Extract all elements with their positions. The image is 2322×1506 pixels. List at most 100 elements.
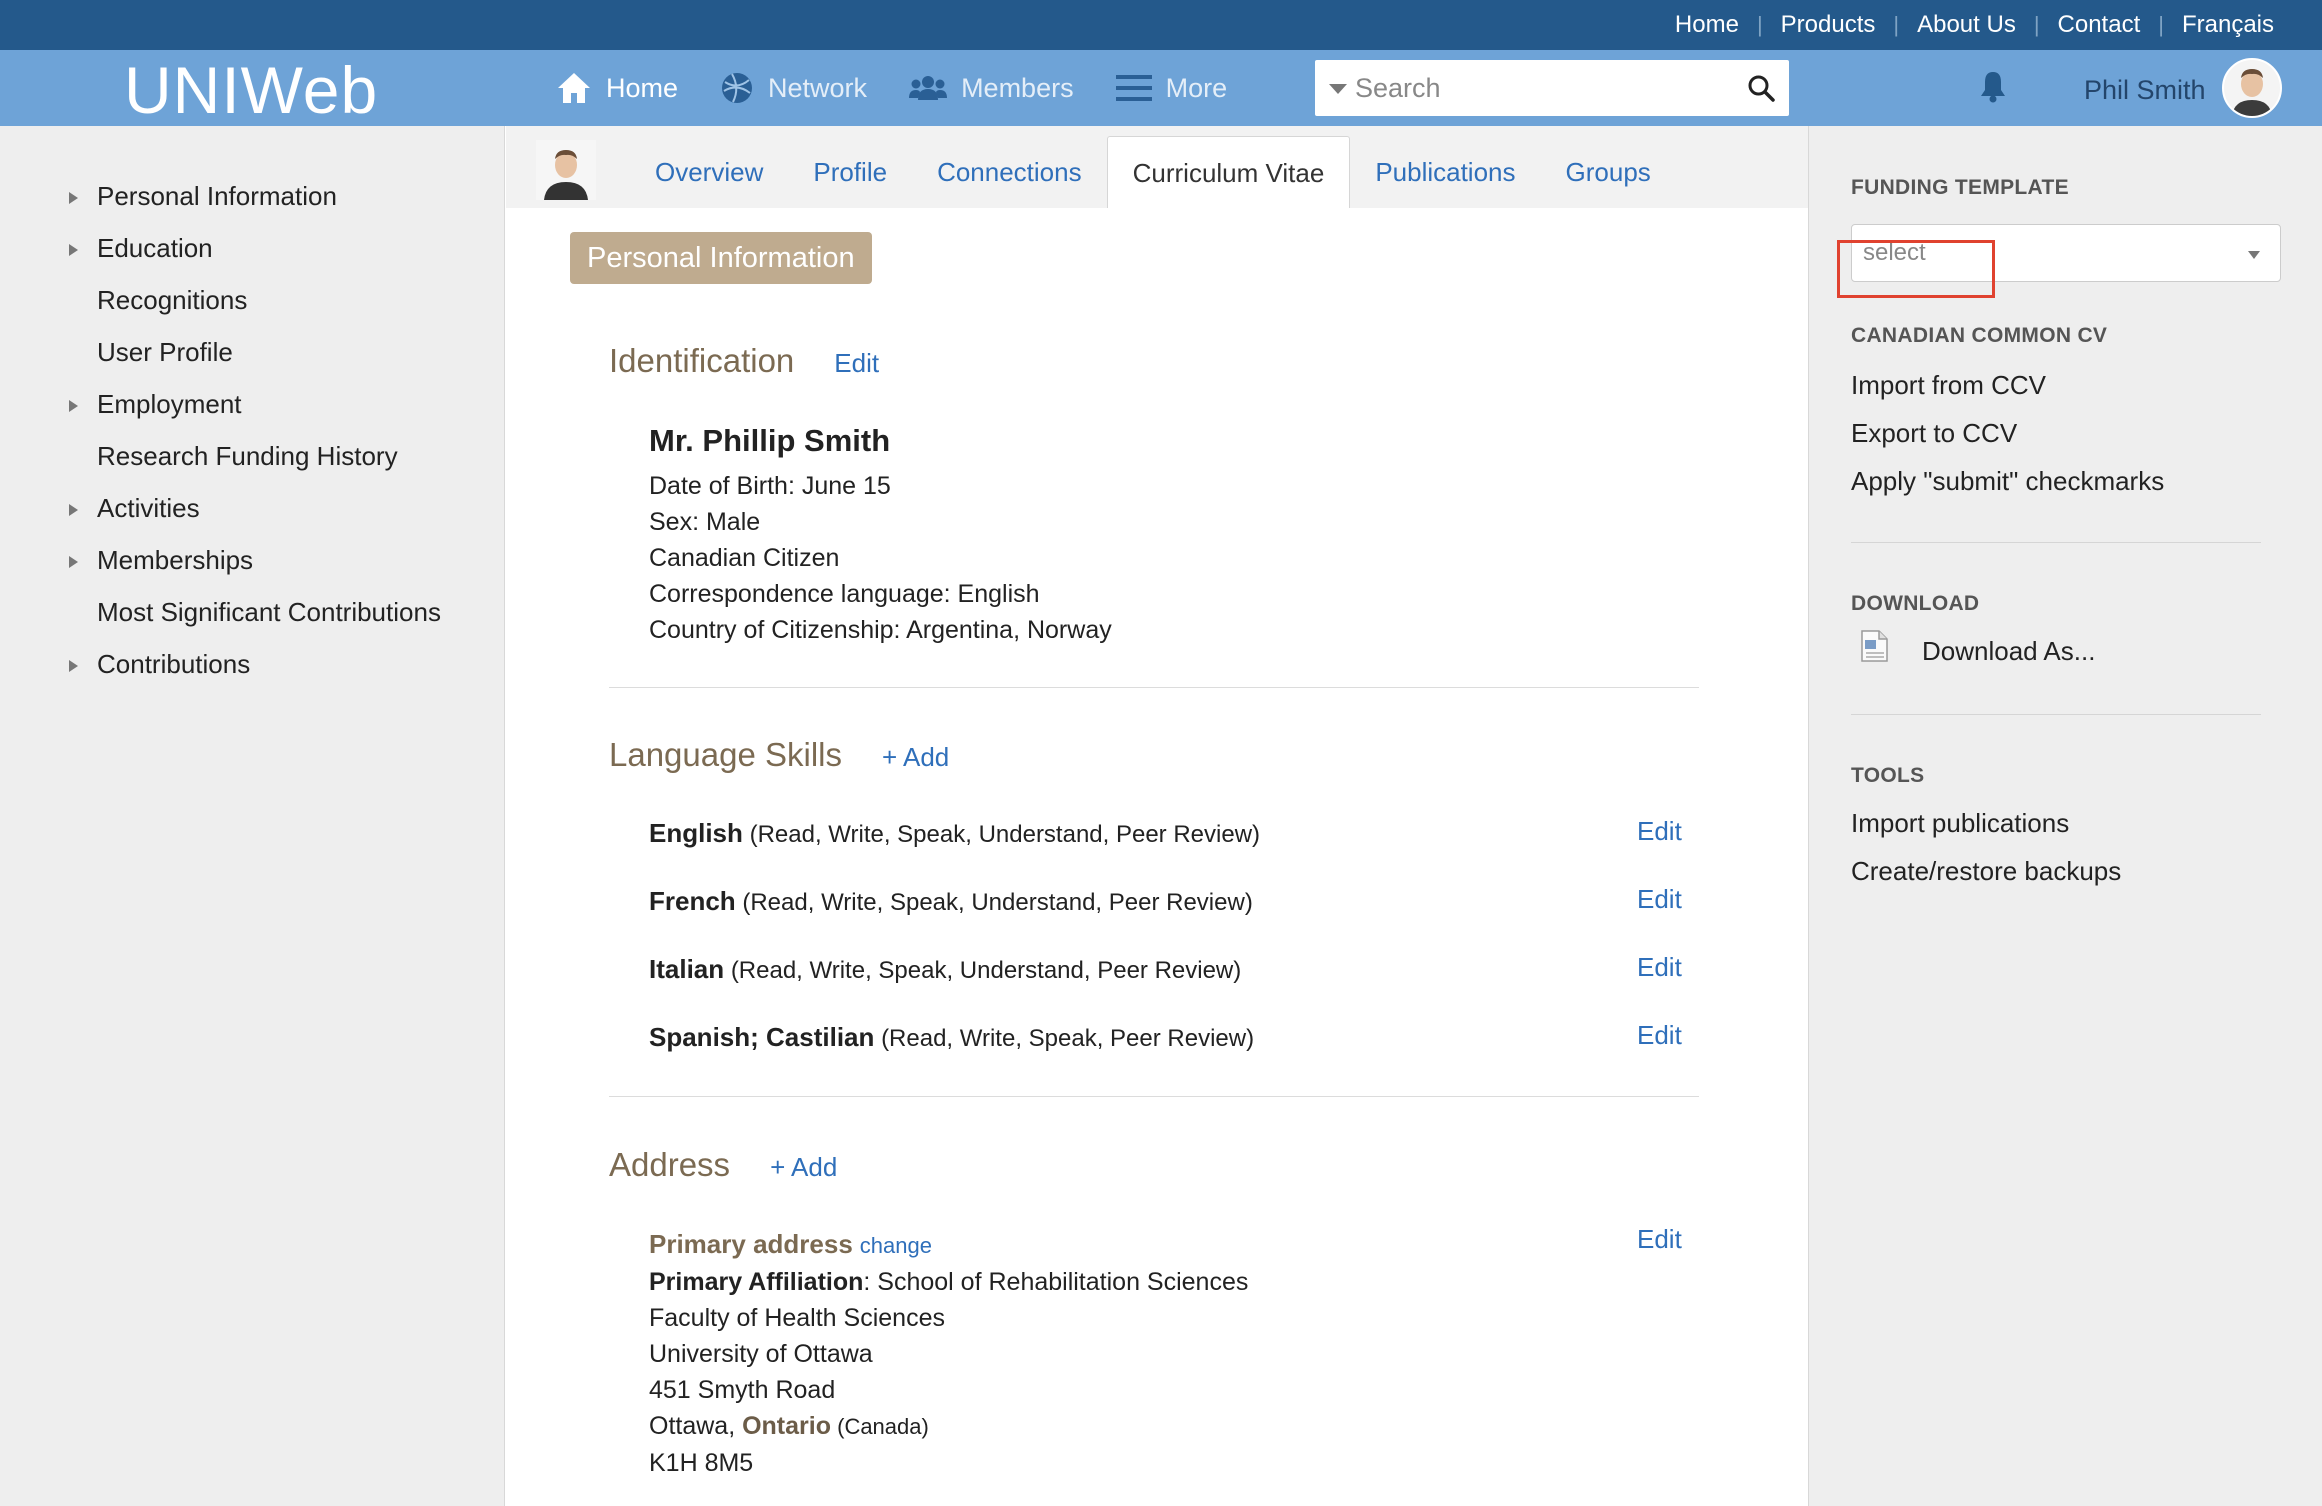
download-as-link[interactable]: Download As... <box>1922 636 2095 667</box>
correspondence-language: Correspondence language: English <box>649 580 1040 608</box>
language-edit-link[interactable]: Edit <box>1637 952 1682 983</box>
sidebar-item-user-profile[interactable]: User Profile <box>0 326 504 378</box>
search-scope-dropdown[interactable] <box>1329 84 1347 94</box>
import-from-ccv-link[interactable]: Import from CCV <box>1851 370 2046 401</box>
change-address-link[interactable]: change <box>860 1233 932 1258</box>
cv-sections-sidebar: Personal Information Education Recogniti… <box>0 126 505 1506</box>
expand-triangle-icon[interactable] <box>69 660 78 672</box>
expand-triangle-icon[interactable] <box>69 400 78 412</box>
canadian-common-cv-heading: CANADIAN COMMON CV <box>1851 324 2108 347</box>
language-skills: (Read, Write, Speak, Understand, Peer Re… <box>730 957 1242 984</box>
import-publications-link[interactable]: Import publications <box>1851 808 2069 839</box>
sidebar-item-recognitions[interactable]: Recognitions <box>0 274 504 326</box>
identification-heading: Identification Edit <box>609 342 879 380</box>
highlight-box <box>1837 240 1995 298</box>
nav-members[interactable]: Members <box>909 73 1074 104</box>
language-skills-add-link[interactable]: + Add <box>882 742 949 773</box>
sidebar-item-label: User Profile <box>97 337 233 367</box>
main-header: UNIWeb Home Network Members More Search … <box>0 50 2322 128</box>
top-link-about-us[interactable]: About Us <box>1917 11 2016 39</box>
main-nav: Home Network Members More <box>556 50 1269 126</box>
language-name: French <box>649 886 736 916</box>
expand-triangle-icon[interactable] <box>69 504 78 516</box>
sidebar-item-label: Personal Information <box>97 181 337 211</box>
sidebar-item-personal-information[interactable]: Personal Information <box>0 170 504 222</box>
sidebar-item-memberships[interactable]: Memberships <box>0 534 504 586</box>
home-icon <box>558 73 590 103</box>
sidebar-item-research-funding-history[interactable]: Research Funding History <box>0 430 504 482</box>
expand-triangle-icon[interactable] <box>69 244 78 256</box>
export-to-ccv-link[interactable]: Export to CCV <box>1851 418 2017 449</box>
nav-network-label: Network <box>768 72 868 103</box>
tab-publications[interactable]: Publications <box>1350 136 1540 208</box>
apply-submit-checkmarks-link[interactable]: Apply "submit" checkmarks <box>1851 466 2164 497</box>
address-line: University of Ottawa <box>649 1340 873 1368</box>
tab-curriculum-vitae[interactable]: Curriculum Vitae <box>1106 136 1351 208</box>
section-title: Address <box>609 1146 731 1183</box>
sidebar-item-employment[interactable]: Employment <box>0 378 504 430</box>
date-of-birth: Date of Birth: June 15 <box>649 472 891 500</box>
language-edit-link[interactable]: Edit <box>1637 1020 1682 1051</box>
sidebar-divider <box>1851 714 2261 715</box>
language-skills-heading: Language Skills + Add <box>609 736 949 774</box>
sidebar-item-label: Activities <box>97 493 200 523</box>
sidebar-item-education[interactable]: Education <box>0 222 504 274</box>
language-edit-link[interactable]: Edit <box>1637 816 1682 847</box>
tab-connections[interactable]: Connections <box>912 136 1107 208</box>
address-city-line: Ottawa, Ontario (Canada) <box>649 1408 1248 1445</box>
tab-overview[interactable]: Overview <box>630 136 788 208</box>
top-links: Home | Products | About Us | Contact | F… <box>1675 0 2274 50</box>
sidebar-item-activities[interactable]: Activities <box>0 482 504 534</box>
affiliation-label: Primary Affiliation <box>649 1268 864 1296</box>
sidebar-item-most-significant-contributions[interactable]: Most Significant Contributions <box>0 586 504 638</box>
nav-home-label: Home <box>606 72 679 103</box>
country: (Canada) <box>831 1414 929 1439</box>
section-divider <box>609 687 1699 688</box>
language-skills: (Read, Write, Speak, Understand, Peer Re… <box>742 889 1253 916</box>
address-add-link[interactable]: + Add <box>770 1152 837 1183</box>
sidebar-item-label: Recognitions <box>97 285 248 315</box>
primary-affiliation: Primary Affiliation: School of Rehabilit… <box>649 1264 1248 1300</box>
address-edit-link[interactable]: Edit <box>1637 1224 1682 1255</box>
country-of-citizenship: Country of Citizenship: Argentina, Norwa… <box>649 616 1112 644</box>
top-link-home[interactable]: Home <box>1675 11 1739 39</box>
city: Ottawa, <box>649 1412 743 1440</box>
profile-avatar[interactable] <box>536 140 596 200</box>
search-input[interactable] <box>1355 60 1735 116</box>
address-heading: Address + Add <box>609 1146 837 1184</box>
notifications-bell-icon[interactable] <box>1978 70 2008 104</box>
top-link-contact[interactable]: Contact <box>2058 11 2141 39</box>
tabs: Overview Profile Connections Curriculum … <box>630 136 1676 208</box>
tab-groups[interactable]: Groups <box>1541 136 1676 208</box>
funding-template-heading: FUNDING TEMPLATE <box>1851 176 2069 199</box>
language-name: English <box>649 818 743 848</box>
postal-code: K1H 8M5 <box>649 1449 754 1477</box>
language-edit-link[interactable]: Edit <box>1637 884 1682 915</box>
expand-triangle-icon[interactable] <box>69 556 78 568</box>
search-icon[interactable] <box>1747 74 1775 102</box>
identification-edit-link[interactable]: Edit <box>834 348 879 379</box>
uniweb-logo[interactable]: UNIWeb <box>124 52 378 128</box>
language-name: Spanish; Castilian <box>649 1022 875 1052</box>
language-item: English (Read, Write, Speak, Understand,… <box>649 818 1260 849</box>
language-item: Spanish; Castilian (Read, Write, Speak, … <box>649 1022 1254 1053</box>
top-utility-bar: Home | Products | About Us | Contact | F… <box>0 0 2322 50</box>
nav-more-label: More <box>1165 72 1228 103</box>
sidebar-item-label: Research Funding History <box>97 441 398 471</box>
tools-heading: TOOLS <box>1851 764 1925 787</box>
user-avatar[interactable] <box>2222 58 2282 118</box>
user-name[interactable]: Phil Smith <box>2084 50 2206 126</box>
top-link-language[interactable]: Français <box>2182 11 2274 39</box>
create-restore-backups-link[interactable]: Create/restore backups <box>1851 856 2121 887</box>
search-box <box>1315 60 1789 116</box>
primary-address-row: Primary address change <box>649 1226 1248 1264</box>
sidebar-item-contributions[interactable]: Contributions <box>0 638 504 690</box>
nav-home[interactable]: Home <box>556 71 678 105</box>
expand-triangle-icon[interactable] <box>69 192 78 204</box>
nav-more[interactable]: More <box>1115 72 1228 104</box>
nav-network[interactable]: Network <box>720 71 867 105</box>
tab-profile[interactable]: Profile <box>788 136 912 208</box>
language-name: Italian <box>649 954 725 984</box>
top-link-products[interactable]: Products <box>1781 11 1876 39</box>
address-line: Faculty of Health Sciences <box>649 1304 945 1332</box>
